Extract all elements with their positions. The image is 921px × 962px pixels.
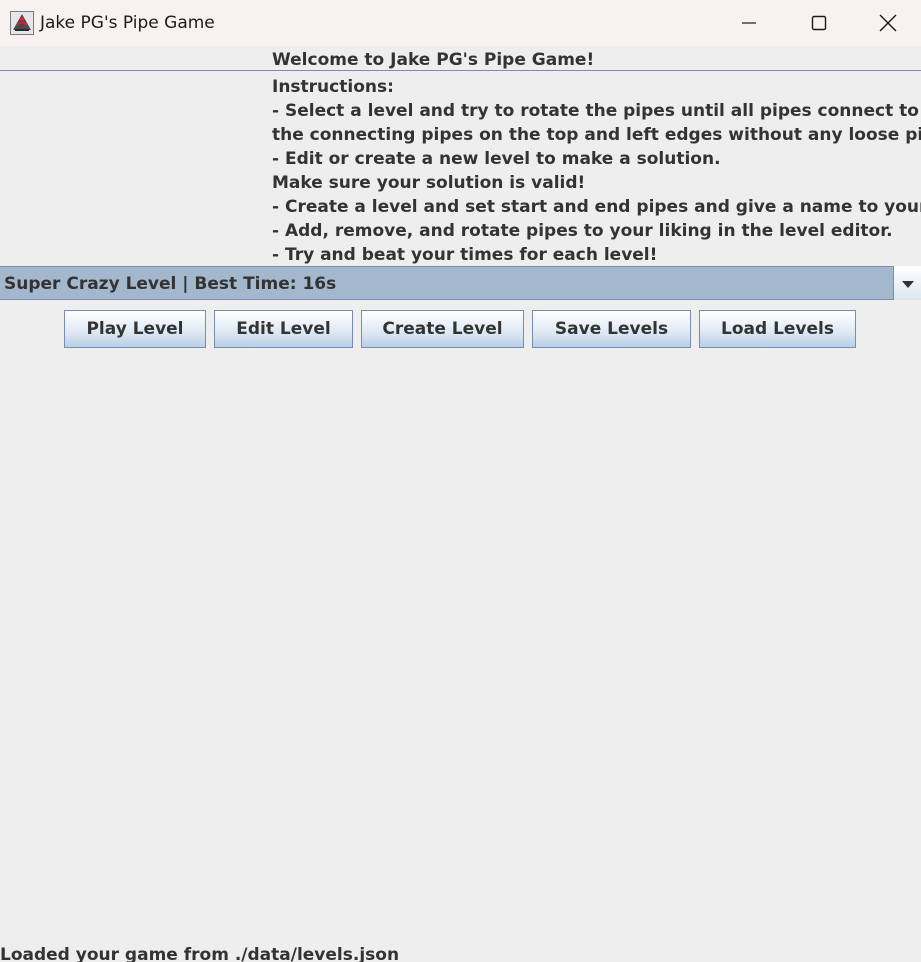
level-select-combobox[interactable]: Super Crazy Level | Best Time: 16s: [0, 266, 921, 300]
minimize-icon: [741, 15, 757, 31]
create-level-button[interactable]: Create Level: [361, 310, 524, 348]
maximize-button[interactable]: [784, 0, 854, 46]
play-level-button[interactable]: Play Level: [64, 310, 206, 348]
instruction-line: Make sure your solution is valid!: [272, 173, 586, 193]
header-divider: [0, 70, 921, 71]
instruction-line: Instructions:: [272, 77, 394, 97]
load-levels-button[interactable]: Load Levels: [699, 310, 856, 348]
edit-level-button[interactable]: Edit Level: [214, 310, 353, 348]
chevron-down-icon: [901, 274, 914, 293]
window-title: Jake PG's Pipe Game: [40, 13, 215, 33]
java-cup-icon: [10, 11, 34, 35]
instruction-line: the connecting pipes on the top and left…: [272, 125, 921, 145]
instructions-text: Instructions: - Select a level and try t…: [272, 76, 921, 268]
instruction-line: - Try and beat your times for each level…: [272, 245, 658, 265]
status-message: Loaded your game from ./data/levels.json: [0, 945, 400, 962]
title-bar[interactable]: Jake PG's Pipe Game: [0, 0, 921, 46]
level-select-dropdown-button[interactable]: [893, 266, 921, 300]
save-levels-button[interactable]: Save Levels: [532, 310, 691, 348]
instruction-line: - Select a level and try to rotate the p…: [272, 101, 919, 121]
maximize-icon: [811, 15, 827, 31]
instruction-line: - Edit or create a new level to make a s…: [272, 149, 721, 169]
instruction-line: - Create a level and set start and end p…: [272, 197, 921, 217]
close-icon: [879, 14, 897, 32]
instruction-line: - Add, remove, and rotate pipes to your …: [272, 221, 893, 241]
minimize-button[interactable]: [714, 0, 784, 46]
close-button[interactable]: [853, 0, 921, 46]
app-window: Jake PG's Pipe Game Welcome to Jake PG's…: [0, 0, 921, 962]
welcome-heading: Welcome to Jake PG's Pipe Game!: [272, 50, 595, 70]
selected-level: Super Crazy Level | Best Time: 16s: [4, 274, 337, 294]
